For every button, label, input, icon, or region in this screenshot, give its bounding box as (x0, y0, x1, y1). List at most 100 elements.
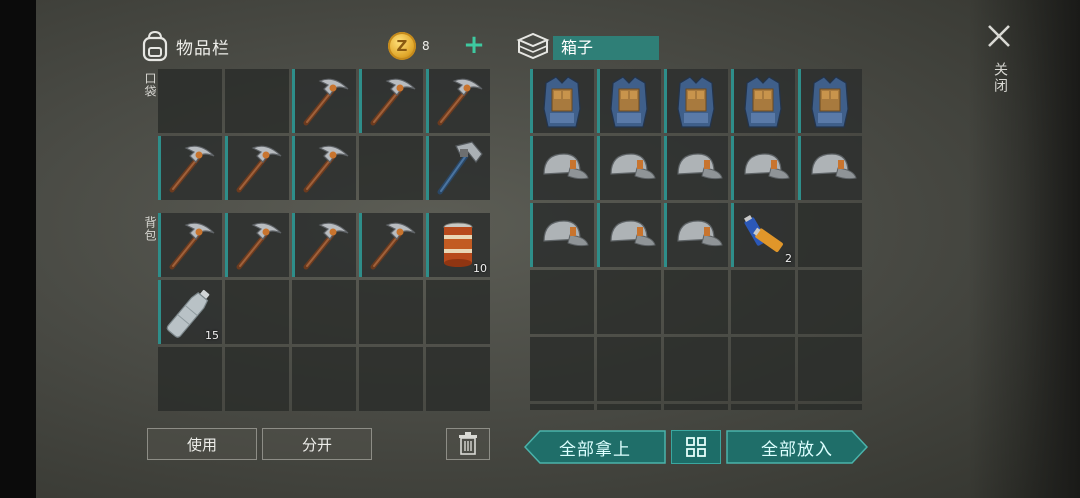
take-all-button[interactable]: 全部拿上 (524, 430, 666, 464)
box-slot[interactable] (731, 337, 795, 401)
box-slot[interactable] (530, 136, 594, 200)
box-slot[interactable] (530, 203, 594, 267)
coin-count: 8 (422, 39, 430, 53)
use-button[interactable]: 使用 (147, 428, 257, 460)
backpack-slot[interactable] (292, 280, 356, 344)
box-slot[interactable] (597, 337, 661, 401)
backpack-icon (142, 30, 168, 62)
box-slot[interactable] (798, 404, 862, 410)
armor-vest-icon (610, 76, 648, 128)
backpack-label: 背包 (143, 216, 157, 242)
box-header (516, 30, 550, 62)
item-quantity: 15 (205, 329, 219, 342)
backpack-slot[interactable] (426, 347, 490, 411)
item-quantity: 10 (473, 262, 487, 275)
pickaxe-icon (236, 145, 282, 193)
inventory-header: 物品栏 (140, 30, 230, 62)
pocket-grid (158, 69, 490, 200)
box-slot[interactable] (798, 203, 862, 267)
close-label[interactable]: 关闭 (990, 62, 1010, 94)
pocket-slot[interactable] (292, 136, 356, 200)
split-button[interactable]: 分开 (262, 428, 372, 460)
cap-icon (677, 220, 723, 247)
backpack-slot[interactable] (225, 280, 289, 344)
backpack-slot[interactable] (359, 280, 423, 344)
box-slot[interactable] (597, 69, 661, 133)
backpack-slot[interactable] (292, 213, 356, 277)
box-slot[interactable] (530, 337, 594, 401)
box-slot[interactable] (597, 270, 661, 334)
box-slot[interactable] (798, 270, 862, 334)
armor-vest-icon (811, 76, 849, 128)
trash-button[interactable] (446, 428, 490, 460)
armor-vest-icon (543, 76, 581, 128)
box-slot[interactable] (664, 69, 728, 133)
armor-vest-icon (744, 76, 782, 128)
box-slot[interactable] (530, 404, 594, 410)
inventory-title: 物品栏 (176, 38, 230, 59)
pickaxe-icon (303, 78, 349, 126)
backpack-slot[interactable] (158, 213, 222, 277)
cap-icon (610, 153, 656, 180)
pickaxe-icon (370, 78, 416, 126)
box-slot[interactable] (731, 270, 795, 334)
crate-icon (516, 32, 550, 60)
box-grid-viewport[interactable]: 2 (530, 69, 862, 410)
close-icon[interactable] (985, 22, 1013, 50)
box-slot[interactable] (798, 69, 862, 133)
box-slot[interactable] (597, 404, 661, 410)
pocket-slot[interactable] (158, 69, 222, 133)
box-slot[interactable] (731, 136, 795, 200)
box-slot[interactable] (664, 404, 728, 410)
box-slot[interactable] (597, 136, 661, 200)
box-slot[interactable] (731, 69, 795, 133)
backpack-slot[interactable] (158, 347, 222, 411)
cap-icon (543, 153, 589, 180)
pickaxe-icon (437, 78, 483, 126)
pickaxe-icon (303, 222, 349, 270)
pocket-slot[interactable] (426, 69, 490, 133)
box-slot[interactable] (731, 404, 795, 410)
backpack-slot[interactable]: 10 (426, 213, 490, 277)
pickaxe-icon (303, 145, 349, 193)
put-all-button[interactable]: 全部放入 (726, 430, 868, 464)
backpack-slot[interactable] (292, 347, 356, 411)
pickaxe-icon (370, 222, 416, 270)
box-slot[interactable] (798, 136, 862, 200)
cap-icon (610, 220, 656, 247)
pocket-slot[interactable] (158, 136, 222, 200)
backpack-slot[interactable] (359, 347, 423, 411)
item-quantity: 2 (785, 252, 792, 265)
box-slot[interactable] (530, 69, 594, 133)
cap-icon (543, 220, 589, 247)
backpack-slot[interactable] (359, 213, 423, 277)
pocket-slot[interactable] (225, 136, 289, 200)
box-slot[interactable] (530, 270, 594, 334)
backpack-slot[interactable] (426, 280, 490, 344)
add-coins-button[interactable]: + (462, 32, 486, 60)
box-slot[interactable]: 2 (731, 203, 795, 267)
box-slot[interactable] (664, 136, 728, 200)
sort-button[interactable] (671, 430, 721, 464)
box-slot[interactable] (798, 337, 862, 401)
pocket-slot[interactable] (426, 136, 490, 200)
box-slot[interactable] (664, 337, 728, 401)
put-all-label: 全部放入 (761, 439, 833, 460)
box-slot[interactable] (664, 270, 728, 334)
hatchet-icon (437, 141, 483, 195)
pocket-slot[interactable] (359, 136, 423, 200)
trash-icon (459, 432, 477, 455)
pickaxe-icon (236, 222, 282, 270)
box-slot[interactable] (597, 203, 661, 267)
take-all-label: 全部拿上 (559, 439, 631, 460)
cap-icon (677, 153, 723, 180)
pocket-slot[interactable] (359, 69, 423, 133)
backpack-slot[interactable] (225, 347, 289, 411)
game-screen: 物品栏 Z 8 + 箱子 口袋 背包 10 15 2 使用 分开 全部拿上 全部… (0, 0, 1080, 498)
backpack-slot[interactable]: 15 (158, 280, 222, 344)
backpack-slot[interactable] (225, 213, 289, 277)
pickaxe-icon (169, 222, 215, 270)
pocket-slot[interactable] (225, 69, 289, 133)
pocket-slot[interactable] (292, 69, 356, 133)
box-slot[interactable] (664, 203, 728, 267)
